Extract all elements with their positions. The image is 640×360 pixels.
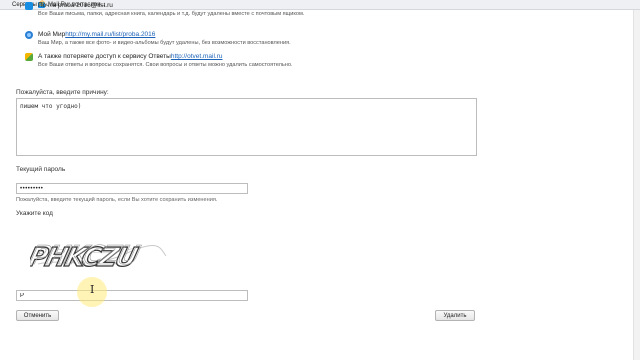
captcha-label: Укажите код bbox=[16, 210, 53, 217]
captcha-image: PHKCZU PHKCZU bbox=[30, 240, 167, 274]
my-world-link[interactable]: http://my.mail.ru/list/proba.2016 bbox=[65, 31, 155, 39]
service-title: Мой Мир bbox=[38, 31, 66, 38]
service-description: Все Ваши письма, папки, адресная книга, … bbox=[38, 11, 305, 17]
service-answers: А также потеряете доступ к сервису Ответ… bbox=[25, 53, 465, 69]
vertical-scrollbar[interactable] bbox=[633, 10, 640, 360]
service-my-world: Мой Мир http://my.mail.ru/list/proba.201… bbox=[25, 31, 465, 47]
password-label: Текущий пароль bbox=[16, 166, 66, 173]
service-description: Все Ваши ответы и вопросы сохранятся. Св… bbox=[38, 62, 293, 68]
service-description: Ваш Мир, а также все фото- и видео-альбо… bbox=[38, 40, 291, 46]
password-hint: Пожалуйста, введите текущий пароль, если… bbox=[16, 197, 218, 203]
answers-icon bbox=[25, 53, 33, 61]
answers-link[interactable]: http://otvet.mail.ru bbox=[171, 53, 223, 61]
reason-label: Пожалуйста, введите причину: bbox=[16, 89, 109, 96]
world-icon bbox=[25, 31, 33, 39]
captcha-code-shadow: PHKCZU bbox=[30, 240, 143, 271]
apps-grid-icon bbox=[3, 2, 9, 8]
service-mail: Почта proba 2016@list.ru Все Ваши письма… bbox=[25, 2, 465, 18]
text-cursor-icon: I bbox=[90, 283, 95, 296]
cancel-button[interactable]: Отменить bbox=[16, 310, 59, 321]
password-input[interactable] bbox=[16, 183, 248, 194]
service-title: Почта proba 2016@list.ru bbox=[38, 2, 113, 9]
reason-textarea[interactable] bbox=[16, 98, 477, 156]
service-title: А также потеряете доступ к сервису Ответ… bbox=[38, 53, 171, 60]
captcha-code-input[interactable] bbox=[16, 290, 248, 301]
delete-button[interactable]: Удалить bbox=[435, 310, 475, 321]
mail-icon bbox=[25, 2, 33, 10]
